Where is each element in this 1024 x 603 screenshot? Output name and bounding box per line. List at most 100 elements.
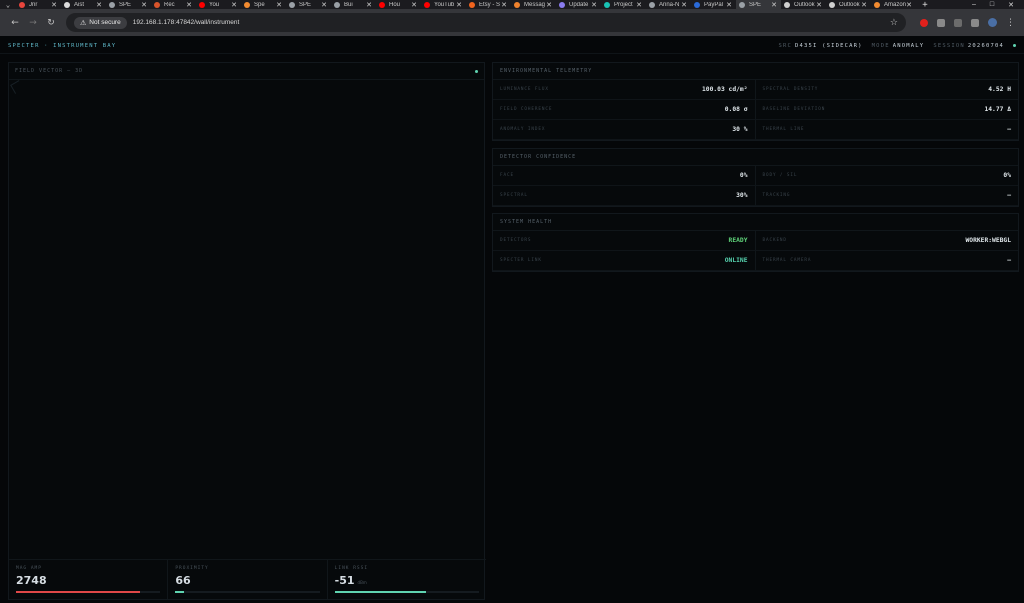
tab-label: SPE	[749, 1, 762, 8]
tab-label: PayPal	[704, 1, 724, 8]
metric-bar-fill	[334, 591, 426, 593]
confidence-cell: FACE 0%	[493, 166, 756, 186]
metric-proximity: PROXIMITY 66	[168, 560, 328, 599]
back-icon[interactable]: ←	[6, 14, 24, 32]
tab-close-icon[interactable]: ✕	[366, 1, 372, 9]
cell-value: 14.77 Δ	[984, 106, 1011, 113]
cell-value: READY	[728, 237, 748, 244]
tab-close-icon[interactable]: ✕	[681, 1, 687, 9]
health-cell: SPECTER LINK ONLINE	[493, 251, 756, 271]
browser-tab[interactable]: SPE ✕	[286, 0, 331, 9]
tab-favicon-icon	[559, 1, 565, 8]
tab-close-icon[interactable]: ✕	[861, 1, 867, 9]
tab-search-button[interactable]: ⌄	[0, 0, 16, 9]
field-vector-canvas[interactable]	[9, 81, 484, 559]
browser-tab[interactable]: Rec ✕	[151, 0, 196, 9]
browser-tab[interactable]: Aist ✕	[61, 0, 106, 9]
tab-close-icon[interactable]: ✕	[456, 1, 462, 9]
browser-tabstrip: ⌄ Jnr ✕ Aist ✕ SPE ✕ Rec ✕ You ✕ Spe ✕ SPE ✕ Bui ✕ Hou ✕ Y…	[0, 0, 1024, 9]
browser-tab[interactable]: SPE ✕	[736, 0, 781, 9]
tab-favicon-icon	[289, 1, 295, 8]
tab-close-icon[interactable]: ✕	[141, 1, 147, 9]
tab-favicon-icon	[64, 1, 70, 8]
tab-close-icon[interactable]: ✕	[726, 1, 732, 9]
tab-label: Spe	[254, 1, 265, 8]
tab-label: Bui	[344, 1, 353, 8]
browser-tab[interactable]: Amazon ✕	[871, 0, 916, 9]
browser-tab[interactable]: Anna-N ✕	[646, 0, 691, 9]
health-cell: BACKEND WORKER:WEBGL	[755, 231, 1018, 251]
telemetry-cell: LUMINANCE FLUX 100.03 cd/m²	[493, 80, 756, 100]
cell-value: —	[1007, 192, 1011, 199]
extensions-puzzle-icon[interactable]	[971, 18, 979, 27]
browser-tab[interactable]: Outlook ✕	[781, 0, 826, 9]
field-vector-panel: FIELD VECTOR — 3D MAG AMP 2748 PROXIMITY…	[8, 62, 486, 600]
tab-close-icon[interactable]: ✕	[411, 1, 417, 9]
security-chip[interactable]: ⚠ Not secure	[74, 16, 127, 29]
environmental-telemetry-card: ENVIRONMENTAL TELEMETRY LUMINANCE FLUX 10…	[492, 62, 1019, 141]
tab-label: Update	[569, 1, 589, 8]
tab-close-icon[interactable]: ✕	[546, 1, 552, 9]
browser-tab[interactable]: Messag ✕	[511, 0, 556, 9]
tab-favicon-icon	[739, 1, 745, 8]
extension-icon[interactable]	[937, 18, 945, 27]
card-title: DETECTOR CONFIDENCE	[493, 149, 1018, 166]
tab-close-icon[interactable]: ✕	[96, 1, 102, 9]
tab-close-icon[interactable]: ✕	[771, 1, 777, 9]
tab-close-icon[interactable]: ✕	[906, 1, 912, 9]
tab-close-icon[interactable]: ✕	[186, 1, 192, 9]
metric-unit: dBm	[357, 580, 367, 585]
warning-icon: ⚠	[80, 18, 87, 27]
forward-icon[interactable]: →	[24, 14, 42, 32]
new-tab-button[interactable]: +	[916, 0, 934, 9]
cell-label: TRACKING	[762, 193, 791, 198]
field-vector-header: FIELD VECTOR — 3D	[9, 63, 484, 80]
browser-tab[interactable]: Update ✕	[556, 0, 601, 9]
reload-icon[interactable]: ↻	[42, 14, 60, 32]
cell-value: 30%	[736, 192, 748, 199]
extension-icon[interactable]	[954, 18, 962, 27]
browser-tab[interactable]: Jnr ✕	[16, 0, 61, 9]
address-bar[interactable]: ⚠ Not secure 192.168.1.178:47842/wall/in…	[66, 13, 906, 32]
browser-tab[interactable]: Bui ✕	[331, 0, 376, 9]
browser-tab[interactable]: Project ✕	[601, 0, 646, 9]
profile-avatar[interactable]	[988, 18, 997, 27]
cell-value: 4.52 H	[988, 86, 1011, 93]
browser-tab[interactable]: Etsy - S ✕	[466, 0, 511, 9]
url-text[interactable]: 192.168.1.178:47842/wall/instrument	[133, 19, 240, 26]
tab-close-icon[interactable]: ✕	[276, 1, 282, 9]
tab-close-icon[interactable]: ✕	[591, 1, 597, 9]
browser-tab[interactable]: YouTub ✕	[421, 0, 466, 9]
tab-close-icon[interactable]: ✕	[816, 1, 822, 9]
header-stat-src: SRC D435I (SIDECAR)	[778, 42, 863, 49]
maximize-button[interactable]: □	[990, 1, 994, 9]
tab-label: YouTub	[434, 1, 455, 8]
cell-label: SPECTRAL DENSITY	[762, 87, 819, 92]
tab-close-icon[interactable]: ✕	[636, 1, 642, 9]
close-window-button[interactable]: ✕	[1008, 1, 1014, 9]
browser-tab[interactable]: Spe ✕	[241, 0, 286, 9]
browser-tab[interactable]: PayPal ✕	[691, 0, 736, 9]
tab-close-icon[interactable]: ✕	[231, 1, 237, 9]
bookmark-star-icon[interactable]: ☆	[890, 18, 898, 28]
cell-label: SPECTER LINK	[500, 258, 542, 263]
cell-value: WORKER:WEBGL	[965, 237, 1012, 244]
tab-close-icon[interactable]: ✕	[321, 1, 327, 9]
tab-close-icon[interactable]: ✕	[501, 1, 507, 9]
minimize-button[interactable]: –	[972, 1, 976, 9]
browser-tab[interactable]: Outlook ✕	[826, 0, 871, 9]
health-grid: DETECTORS READY BACKEND WORKER:WEBGL SPECTER…	[493, 231, 1018, 271]
browser-tab[interactable]: Hou ✕	[376, 0, 421, 9]
metric-bar-fill	[16, 591, 141, 593]
tab-close-icon[interactable]: ✕	[51, 1, 57, 9]
cell-label: FACE	[500, 173, 514, 178]
extension-icon[interactable]	[920, 18, 928, 27]
metric-bar	[334, 591, 479, 593]
cell-value: 0%	[1003, 172, 1011, 179]
cell-value: —	[1007, 257, 1011, 264]
browser-tab[interactable]: You ✕	[196, 0, 241, 9]
metric-value: 66	[175, 574, 191, 587]
browser-tab[interactable]: SPE ✕	[106, 0, 151, 9]
browser-menu-icon[interactable]: ⋮	[1006, 18, 1015, 28]
tab-label: Jnr	[29, 1, 38, 8]
